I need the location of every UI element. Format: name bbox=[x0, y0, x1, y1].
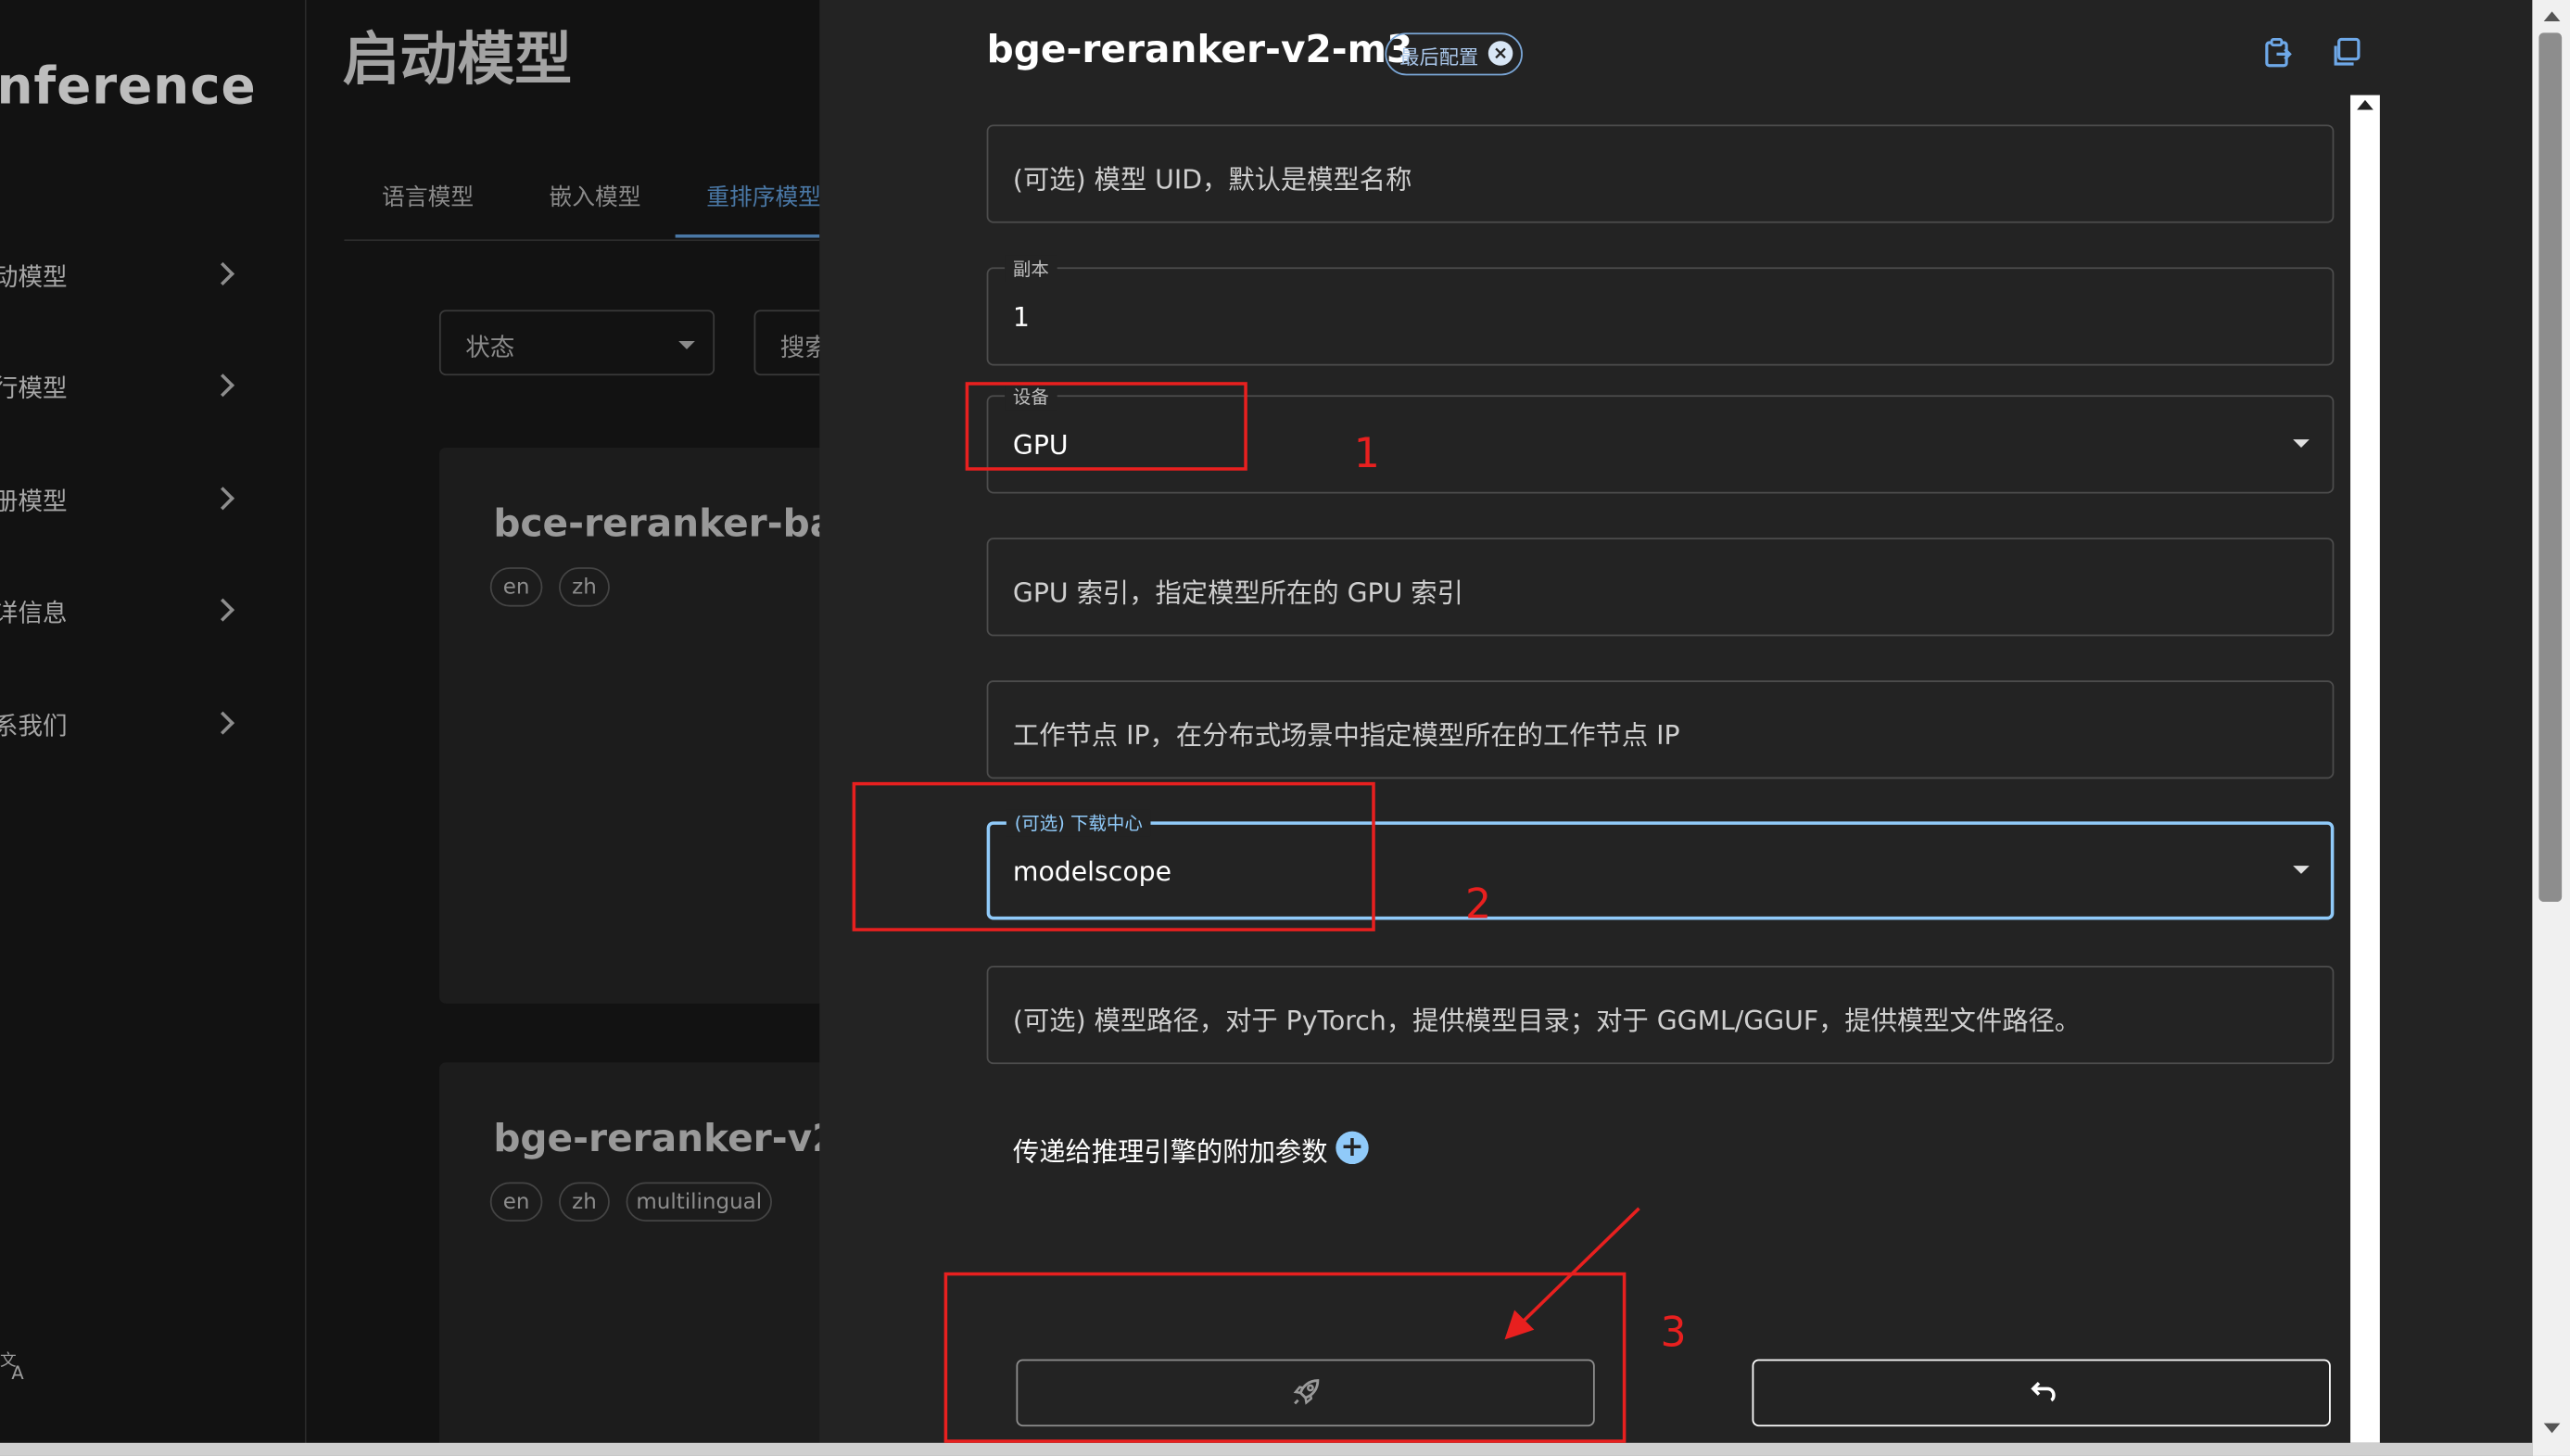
replica-input[interactable]: 副本 1 bbox=[986, 255, 2335, 366]
clipboard-paste-icon[interactable] bbox=[2262, 36, 2295, 69]
chevron-right-icon bbox=[211, 373, 235, 398]
tag-chip: en bbox=[489, 567, 543, 607]
chevron-right-icon bbox=[211, 598, 235, 622]
annotation-number: 1 bbox=[1353, 429, 1380, 477]
horizontal-scrollbar[interactable] bbox=[0, 1442, 2533, 1456]
last-config-badge[interactable]: 最后配置 × bbox=[1385, 32, 1523, 76]
tab-embedding-models[interactable]: 嵌入模型 bbox=[549, 181, 640, 213]
gpu-index-input[interactable]: GPU 索引，指定模型所在的 GPU 索引 bbox=[986, 538, 2335, 637]
replica-label: 副本 bbox=[1005, 255, 1057, 283]
model-type-tabs: 语言模型 嵌入模型 重排序模型 bbox=[344, 164, 821, 242]
model-uid-input[interactable]: (可选) 模型 UID，默认是模型名称 bbox=[986, 124, 2335, 223]
svg-text:A: A bbox=[11, 1362, 24, 1381]
scroll-up-icon[interactable] bbox=[2357, 99, 2374, 110]
chevron-right-icon bbox=[211, 711, 235, 735]
gpu-index-placeholder: GPU 索引，指定模型所在的 GPU 索引 bbox=[1012, 576, 1463, 609]
tag-chip: multilingual bbox=[626, 1182, 772, 1222]
annotation-box-device bbox=[965, 382, 1247, 471]
annotation-box-download-hub bbox=[852, 781, 1375, 931]
caret-down-icon bbox=[2293, 439, 2310, 448]
sidebar-item-register-model[interactable]: 册模型 bbox=[0, 469, 305, 535]
model-uid-placeholder: (可选) 模型 UID，默认是模型名称 bbox=[1012, 163, 1412, 196]
tag-chip: zh bbox=[559, 1182, 610, 1222]
chevron-right-icon bbox=[211, 487, 235, 511]
undo-icon bbox=[2031, 1381, 2056, 1402]
sidebar-item-label: 动模型 bbox=[0, 262, 68, 292]
status-filter-label: 状态 bbox=[465, 333, 515, 362]
tab-rerank-models[interactable]: 重排序模型 bbox=[706, 181, 821, 213]
worker-ip-input[interactable]: 工作节点 IP，在分布式场景中指定模型所在的工作节点 IP bbox=[986, 680, 2335, 779]
sidebar: nference 动模型 行模型 册模型 详信息 系我们 文 A bbox=[0, 0, 307, 1456]
drawer-scrollbar[interactable] bbox=[2350, 95, 2380, 1443]
close-icon[interactable]: × bbox=[1488, 41, 1513, 66]
drawer-title: bge-reranker-v2-m3 bbox=[986, 29, 1413, 72]
caret-down-icon bbox=[678, 340, 695, 349]
extra-params-label: 传递给推理引擎的附加参数 bbox=[1012, 1135, 1328, 1168]
sidebar-item-label: 系我们 bbox=[0, 711, 68, 741]
annotation-arrow bbox=[1504, 1207, 1640, 1340]
model-card[interactable]: bge-reranker-v2-... en zh multilingual bbox=[438, 1062, 897, 1456]
active-tab-indicator bbox=[675, 234, 820, 238]
model-path-input[interactable]: (可选) 模型路径，对于 PyTorch，提供模型目录；对于 GGML/GGUF… bbox=[986, 965, 2335, 1065]
scroll-down-icon[interactable] bbox=[2543, 1423, 2561, 1434]
status-filter-select[interactable]: 状态 bbox=[438, 310, 715, 376]
sidebar-item-launch-model[interactable]: 动模型 bbox=[0, 245, 305, 310]
sidebar-item-label: 详信息 bbox=[0, 598, 68, 628]
translate-icon[interactable]: 文 A bbox=[0, 1351, 30, 1389]
annotation-number: 2 bbox=[1465, 880, 1492, 929]
page-title: 启动模型 bbox=[342, 28, 573, 94]
sidebar-item-running-models[interactable]: 行模型 bbox=[0, 356, 305, 422]
brand-logo-text: nference bbox=[0, 57, 257, 117]
scroll-up-icon[interactable] bbox=[2543, 11, 2561, 21]
app-screen: nference 动模型 行模型 册模型 详信息 系我们 文 A 启动模型 语言… bbox=[0, 0, 2570, 1456]
annotation-number: 3 bbox=[1660, 1308, 1687, 1357]
page-scrollbar[interactable] bbox=[2532, 0, 2570, 1456]
tab-language-models[interactable]: 语言模型 bbox=[382, 181, 474, 213]
sidebar-item-label: 行模型 bbox=[0, 373, 68, 404]
tag-chip: en bbox=[489, 1182, 543, 1222]
add-extra-param-button[interactable]: + bbox=[1336, 1131, 1369, 1165]
caret-down-icon bbox=[2293, 866, 2310, 874]
model-path-placeholder: (可选) 模型路径，对于 PyTorch，提供模型目录；对于 GGML/GGUF… bbox=[1012, 1005, 2082, 1037]
sidebar-item-label: 册模型 bbox=[0, 487, 68, 517]
sidebar-item-contact-us[interactable]: 系我们 bbox=[0, 693, 305, 759]
sidebar-item-cluster-info[interactable]: 详信息 bbox=[0, 580, 305, 646]
tag-chip: zh bbox=[559, 567, 610, 607]
scrollbar-thumb[interactable] bbox=[2538, 32, 2563, 903]
model-card[interactable]: bce-reranker-base en zh bbox=[438, 447, 883, 1004]
last-config-label: 最后配置 bbox=[1399, 45, 1479, 70]
worker-ip-placeholder: 工作节点 IP，在分布式场景中指定模型所在的工作节点 IP bbox=[1012, 719, 1680, 752]
chevron-right-icon bbox=[211, 261, 235, 285]
replica-value: 1 bbox=[1012, 301, 1030, 334]
copy-icon[interactable] bbox=[2331, 36, 2363, 69]
reset-button[interactable] bbox=[1752, 1359, 2331, 1427]
